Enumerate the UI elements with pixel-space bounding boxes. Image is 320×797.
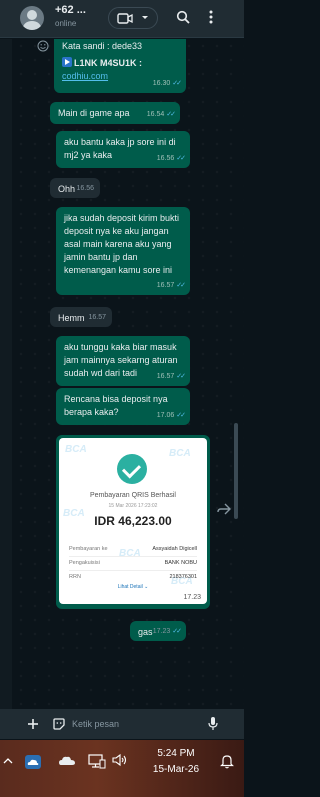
message-time: 16.54 — [146, 111, 165, 118]
receipt-row: Pengakuisisi BANK NOBU — [69, 560, 197, 566]
cloud-sync-icon[interactable] — [58, 754, 76, 768]
read-receipt-icon: ✓✓ — [176, 155, 186, 162]
message-time: 17.23 — [183, 594, 201, 601]
search-icon[interactable] — [176, 10, 190, 24]
contact-status: online — [55, 19, 77, 28]
message-bubble-outgoing[interactable]: Kata sandi : dede33 L1NK M4SU1K : codhiu… — [54, 39, 186, 93]
message-bubble-outgoing[interactable]: jika sudah deposit kirim bukti deposit n… — [56, 207, 190, 295]
video-call-button[interactable] — [108, 7, 158, 29]
watermark-text: BCA — [169, 448, 191, 459]
chat-header: +62 ... online — [0, 0, 244, 38]
receipt-amount: IDR 46,223.00 — [94, 514, 172, 528]
emoji-reaction-icon[interactable] — [37, 40, 49, 52]
receipt-row: Pembayaran ke Assyaidah Digicell — [69, 546, 197, 552]
show-hidden-icons-chevron-icon[interactable] — [2, 756, 14, 766]
receipt-row-label: Pengakuisisi — [69, 560, 100, 566]
receipt-date: 15 Mar 2026 17:23:02 — [108, 503, 158, 509]
onedrive-cloud-icon[interactable] — [24, 754, 42, 770]
message-bubble-outgoing[interactable]: Rencana bisa deposit nya berapa kaka? 17… — [56, 388, 190, 425]
receipt-row: RRN 218376301 — [69, 574, 197, 580]
message-bubble-incoming[interactable]: Hemm 16.57 — [50, 307, 112, 327]
message-input[interactable] — [72, 714, 192, 734]
message-meta: 16.54 ✓✓ — [146, 108, 176, 121]
link-label: L1NK M4SU1K : — [62, 57, 179, 70]
message-bubble-outgoing[interactable]: aku bantu kaka jp sore ini di mj2 ya kak… — [56, 131, 190, 168]
message-text: jika sudah deposit kirim bukti deposit n… — [64, 213, 180, 275]
link-label-text: L1NK M4SU1K : — [74, 58, 143, 68]
message-time: 17.23 — [152, 628, 171, 635]
read-receipt-icon: ✓✓ — [172, 80, 182, 87]
receipt-row-label: Pembayaran ke — [69, 546, 108, 552]
receipt-detail-text: Lihat Detail — [117, 584, 143, 590]
receipt-row-value: BANK NOBU — [164, 560, 197, 566]
volume-icon[interactable] — [112, 753, 128, 767]
more-options-icon[interactable] — [208, 9, 214, 25]
image-message[interactable]: BCA BCA BCA BCA BCA Pembayaran QRIS Berh… — [56, 435, 210, 609]
forward-icon[interactable] — [217, 503, 231, 515]
read-receipt-icon: ✓✓ — [172, 628, 182, 635]
message-meta: 16.30 ✓✓ — [152, 77, 182, 90]
message-time: 16.57 — [156, 373, 175, 380]
watermark-text: BCA — [65, 444, 87, 455]
contact-avatar[interactable] — [20, 6, 44, 30]
play-icon — [62, 57, 72, 67]
message-time: 16.57 — [156, 282, 175, 289]
sticker-icon[interactable] — [52, 717, 66, 731]
message-bubble-outgoing[interactable]: Main di game apa 16.54 ✓✓ — [50, 102, 180, 124]
message-time: 16.56 — [156, 155, 175, 162]
taskbar-clock-time[interactable]: 5:24 PM — [146, 748, 206, 759]
message-composer — [0, 709, 244, 739]
taskbar-clock-date[interactable]: 15-Mar-26 — [141, 764, 211, 775]
receipt-row-value: Assyaidah Digicell — [152, 546, 197, 552]
payment-receipt-image[interactable]: BCA BCA BCA BCA BCA Pembayaran QRIS Berh… — [59, 438, 207, 604]
receipt-title: Pembayaran QRIS Berhasil — [90, 492, 176, 499]
chevron-down-icon — [142, 16, 148, 19]
read-receipt-icon: ✓✓ — [166, 111, 176, 118]
read-receipt-icon: ✓✓ — [176, 282, 186, 289]
message-meta: 17.23 ✓✓ — [152, 625, 182, 638]
windows-taskbar: 5:24 PM 15-Mar-26 — [0, 740, 244, 797]
receipt-row-label: RRN — [69, 574, 81, 580]
read-receipt-icon: ✓✓ — [176, 373, 186, 380]
message-meta: 16.57 ✓✓ — [156, 279, 186, 292]
message-meta: 16.57 ✓✓ — [156, 370, 186, 383]
message-bubble-outgoing[interactable]: gas 17.23 ✓✓ — [130, 621, 186, 641]
contact-name[interactable]: +62 ... — [55, 4, 86, 16]
message-time: 17.06 — [156, 412, 175, 419]
success-check-icon — [117, 454, 147, 484]
message-meta: 16.56 ✓✓ — [156, 152, 186, 165]
receipt-row-value: 218376301 — [169, 574, 197, 580]
message-bubble-outgoing[interactable]: aku tunggu kaka biar masuk jam mainnya s… — [56, 336, 190, 386]
message-time: 16.56 — [76, 185, 94, 192]
message-meta: 17.06 ✓✓ — [156, 409, 186, 422]
message-list[interactable]: Kata sandi : dede33 L1NK M4SU1K : codhiu… — [0, 39, 244, 733]
message-bubble-incoming[interactable]: Ohh 16.56 — [50, 178, 100, 198]
scrollbar[interactable] — [234, 423, 238, 519]
side-strip — [0, 39, 12, 733]
message-time: 16.30 — [152, 80, 171, 87]
read-receipt-icon: ✓✓ — [176, 412, 186, 419]
message-time: 16.57 — [88, 314, 106, 321]
receipt-detail-link: Lihat Detail ⌄ — [117, 584, 149, 590]
microphone-icon[interactable] — [208, 716, 218, 731]
divider — [69, 556, 197, 557]
message-text: Kata sandi : dede33 — [62, 41, 143, 51]
notification-bell-icon[interactable] — [220, 753, 234, 769]
attach-plus-icon[interactable] — [26, 717, 40, 731]
video-camera-icon — [117, 13, 133, 24]
network-icon[interactable] — [88, 753, 106, 769]
divider — [69, 570, 197, 571]
